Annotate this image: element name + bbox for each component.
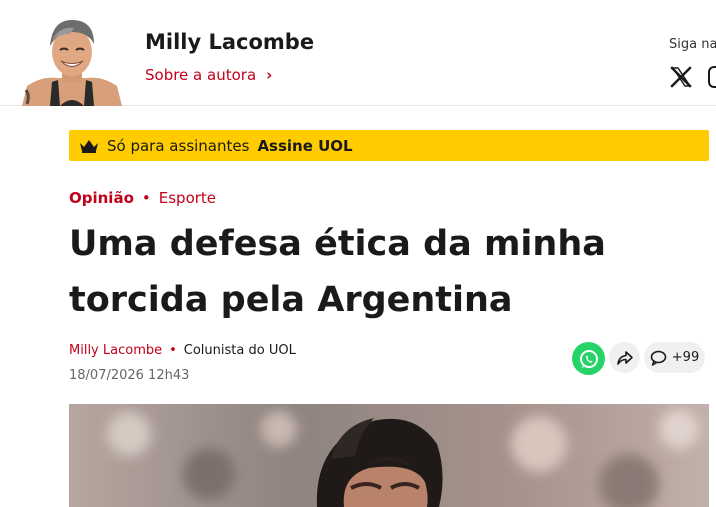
- about-author-label: Sobre a autora: [145, 66, 257, 84]
- comment-icon: [650, 350, 667, 366]
- comments-count: +99: [671, 350, 700, 365]
- byline-author-link[interactable]: Milly Lacombe: [69, 343, 162, 358]
- article-headline: Uma defesa ética da minha torcida pela A…: [69, 224, 606, 320]
- author-name: Milly Lacombe: [145, 30, 315, 54]
- category-link[interactable]: Opinião: [69, 189, 134, 207]
- author-avatar[interactable]: [22, 14, 122, 106]
- byline-separator: •: [169, 343, 177, 358]
- article-hero-image: [69, 404, 709, 507]
- share-icon: [616, 350, 633, 365]
- category-separator: •: [141, 189, 151, 207]
- byline: Milly Lacombe • Colunista do UOL: [69, 343, 296, 358]
- author-header: Milly Lacombe Sobre a autora › Siga na: [0, 0, 716, 106]
- subscribe-link[interactable]: Assine UOL: [257, 137, 352, 155]
- follow-label: Siga na: [669, 37, 716, 52]
- crown-icon: [80, 139, 98, 153]
- about-author-link[interactable]: Sobre a autora ›: [145, 66, 272, 84]
- chevron-right-icon: ›: [266, 66, 273, 84]
- section-link[interactable]: Esporte: [159, 189, 216, 207]
- whatsapp-share-button[interactable]: [572, 342, 605, 375]
- subscriber-banner: Só para assinantes Assine UOL: [69, 130, 709, 161]
- publish-date: 18/07/2026 12h43: [69, 368, 190, 383]
- x-icon[interactable]: [670, 66, 692, 88]
- instagram-icon[interactable]: [708, 66, 716, 88]
- share-button[interactable]: [609, 342, 640, 373]
- comments-button[interactable]: +99: [644, 342, 705, 373]
- category-line: Opinião • Esporte: [69, 189, 216, 207]
- byline-role: Colunista do UOL: [183, 343, 296, 358]
- whatsapp-icon: [579, 349, 598, 368]
- subscriber-only-label: Só para assinantes: [107, 136, 250, 155]
